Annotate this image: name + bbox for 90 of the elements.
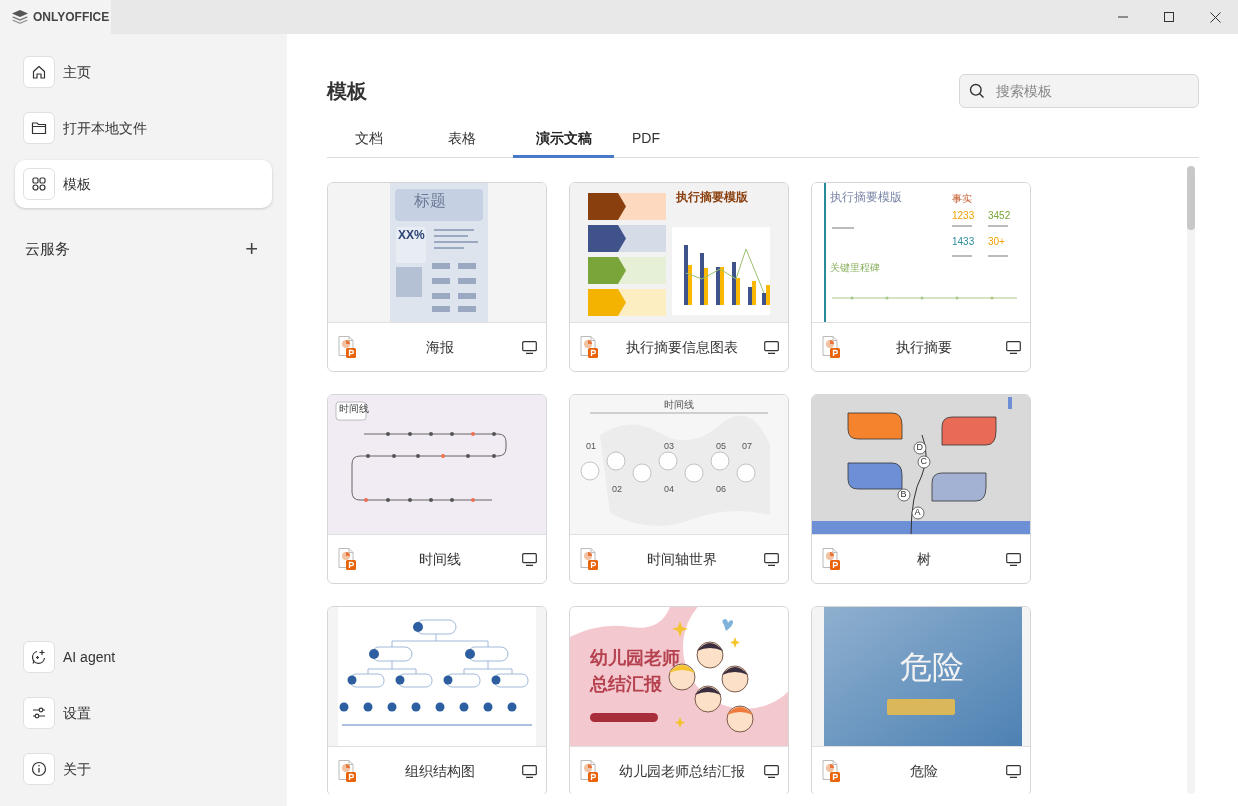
scrollbar[interactable] bbox=[1187, 166, 1195, 794]
slide-text: 关键里程碑 bbox=[830, 263, 880, 273]
presentation-file-icon bbox=[821, 548, 841, 571]
template-card[interactable]: 时间线 时间线 bbox=[327, 394, 547, 584]
slide-text: 事实 bbox=[952, 194, 972, 204]
logo-icon bbox=[12, 10, 28, 24]
monitor-icon bbox=[522, 553, 537, 566]
presentation-file-icon bbox=[337, 336, 357, 359]
slide-text: 1233 bbox=[952, 211, 975, 221]
scrollbar-thumb[interactable] bbox=[1187, 166, 1195, 230]
monitor-icon bbox=[1006, 341, 1021, 354]
template-card[interactable]: 危险 危险 bbox=[811, 606, 1031, 794]
tab[interactable]: 文档 bbox=[327, 122, 411, 158]
sidebar-item[interactable]: AI agent bbox=[15, 633, 272, 681]
sliders-icon bbox=[31, 705, 47, 721]
presentation-file-icon bbox=[821, 336, 841, 359]
app-logo-text: ONLYOFFICE bbox=[33, 9, 110, 26]
template-card[interactable]: 时间线 01 03 05 07 02 04 06 时间轴世界 bbox=[569, 394, 789, 584]
slide-text: 01 bbox=[586, 442, 596, 451]
template-card[interactable]: 幼儿园老师 总结汇报 幼儿园老师总结汇报 bbox=[569, 606, 789, 794]
monitor-icon bbox=[522, 765, 537, 778]
maximize-icon bbox=[1164, 12, 1174, 22]
slide-text: 时间线 bbox=[664, 400, 694, 410]
sidebar-item[interactable]: 主页 bbox=[15, 48, 272, 96]
slide-text: 02 bbox=[612, 485, 622, 494]
slide-text: 执行摘要模版 bbox=[676, 191, 748, 203]
presentation-file-icon bbox=[337, 548, 357, 571]
presentation-file-icon bbox=[337, 760, 357, 783]
template-name: 幼儿园老师总结汇报 bbox=[617, 762, 746, 781]
template-name: 执行摘要信息图表 bbox=[624, 338, 739, 357]
slide-text: 06 bbox=[716, 485, 726, 494]
add-button[interactable]: + bbox=[245, 238, 258, 261]
monitor-icon bbox=[764, 341, 779, 354]
slide-text: B bbox=[900, 490, 907, 499]
slide-text: 总结汇报 bbox=[590, 675, 662, 693]
template-name: 执行摘要 bbox=[894, 338, 953, 357]
monitor-icon bbox=[764, 765, 779, 778]
sidebar-item[interactable]: 打开本地文件 bbox=[15, 104, 272, 152]
template-card[interactable]: D C B A 树 bbox=[811, 394, 1031, 584]
template-card[interactable]: 执行摘要模版 事实 1233 3452 1433 30+ 关键里程碑 执行摘要 bbox=[811, 182, 1031, 372]
slide-text: D bbox=[916, 443, 923, 452]
slide-text: 3452 bbox=[988, 211, 1011, 221]
search-icon bbox=[969, 83, 985, 99]
chat-sparkle-icon bbox=[31, 649, 47, 665]
monitor-icon bbox=[1006, 765, 1021, 778]
info-icon bbox=[31, 761, 47, 777]
presentation-file-icon bbox=[579, 760, 599, 783]
tab[interactable]: PDF bbox=[614, 122, 678, 158]
slide-text: 危险 bbox=[900, 651, 964, 683]
template-name: 组织结构图 bbox=[403, 762, 476, 781]
presentation-file-icon bbox=[821, 760, 841, 783]
template-name: 时间轴世界 bbox=[645, 550, 718, 569]
template-card[interactable]: 组织结构图 bbox=[327, 606, 547, 794]
slide-text: 幼儿园老师 bbox=[590, 649, 680, 667]
page-title: 模板 bbox=[327, 79, 367, 104]
sidebar-item[interactable]: 设置 bbox=[15, 689, 272, 737]
monitor-icon bbox=[764, 553, 779, 566]
slide-text: 1433 bbox=[952, 237, 975, 247]
monitor-icon bbox=[1006, 553, 1021, 566]
template-name: 海报 bbox=[424, 338, 455, 357]
slide-text: 05 bbox=[716, 442, 726, 451]
tab[interactable]: 演示文稿 bbox=[513, 122, 614, 158]
slide-text: C bbox=[920, 457, 927, 466]
presentation-file-icon bbox=[579, 336, 599, 359]
tab[interactable]: 表格 bbox=[411, 122, 513, 158]
template-card[interactable]: 标题 XX% 海报 bbox=[327, 182, 547, 372]
slide-text: 04 bbox=[664, 485, 674, 494]
presentation-file-icon bbox=[579, 548, 599, 571]
template-name: 时间线 bbox=[417, 550, 462, 569]
grid-icon bbox=[31, 176, 47, 192]
sidebar-item[interactable]: 模板 bbox=[15, 160, 272, 208]
slide-text: 时间线 bbox=[339, 404, 369, 414]
template-name: 树 bbox=[915, 550, 932, 569]
monitor-icon bbox=[522, 341, 537, 354]
template-name: 危险 bbox=[908, 762, 939, 781]
slide-text: XX% bbox=[398, 229, 425, 241]
slide-text: 03 bbox=[664, 442, 674, 451]
slide-text: 30+ bbox=[988, 237, 1005, 247]
search-field[interactable]: 搜索模板 bbox=[959, 74, 1199, 108]
slide-text: 07 bbox=[742, 442, 752, 451]
home-icon bbox=[31, 64, 47, 80]
slide-text: 标题 bbox=[414, 193, 446, 209]
minimize-icon bbox=[1118, 16, 1128, 18]
close-icon bbox=[1209, 11, 1221, 23]
section-heading: 云服务 bbox=[25, 239, 70, 259]
sidebar-item[interactable]: 关于 bbox=[15, 745, 272, 793]
slide-text: A bbox=[914, 508, 921, 517]
template-card[interactable]: 执行摘要模版 执行摘要信息图表 bbox=[569, 182, 789, 372]
slide-text: 执行摘要模版 bbox=[830, 191, 902, 203]
folder-icon bbox=[31, 120, 47, 136]
